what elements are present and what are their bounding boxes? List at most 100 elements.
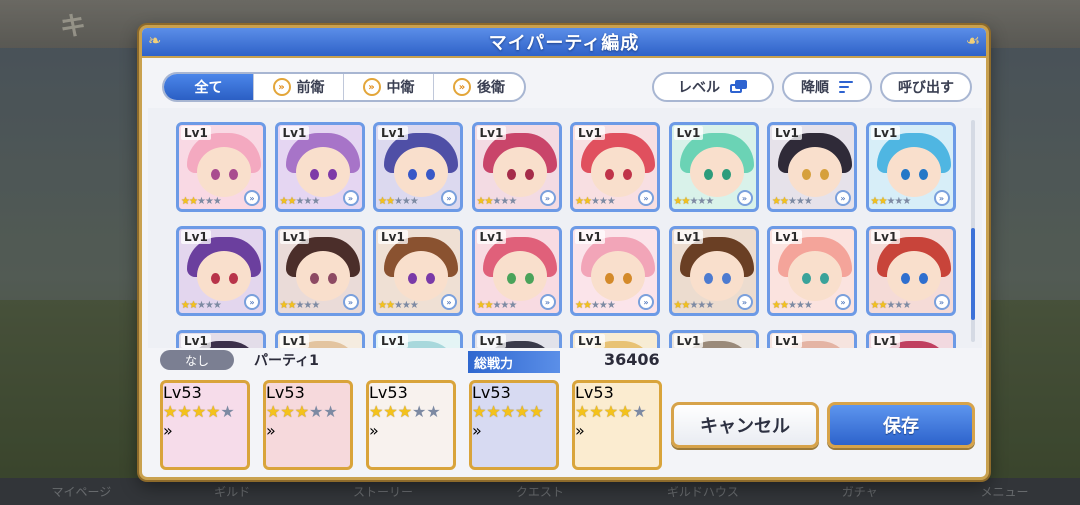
character-eye [605, 273, 614, 284]
sort-descending-icon [839, 81, 853, 93]
party-name: パーティ1 [254, 353, 319, 369]
character-level: Lv1 [378, 230, 408, 244]
role-chevron-icon: » [163, 421, 173, 440]
character-eye [408, 273, 417, 284]
star-icon: ★ [606, 300, 616, 311]
role-chevron-icon: » [244, 190, 260, 206]
role-filter-tabs: 全て » 前衛 » 中衛 » 後衛 [162, 72, 526, 102]
star-icon: ★ [902, 300, 911, 311]
star-icon: ★ [772, 300, 781, 311]
character-card[interactable]: Lv1★★★★★» [274, 122, 365, 212]
character-card[interactable]: Lv53 ★★★★★» [572, 380, 662, 470]
star-icon: ★ [369, 402, 384, 421]
character-card[interactable]: Lv1★★★★★» [471, 330, 562, 348]
star-icon: ★ [705, 300, 714, 311]
scrollbar-thumb[interactable] [971, 228, 975, 320]
character-card[interactable]: Lv1★★★★★» [176, 226, 266, 316]
character-eye [605, 169, 614, 180]
corner-ornament-icon: ❧ [148, 31, 162, 50]
character-card[interactable]: Lv1★★★★★» [176, 122, 266, 212]
character-card[interactable]: Lv1★★★★★» [865, 122, 956, 212]
role-chevron-icon: » [638, 294, 654, 310]
character-card[interactable]: Lv53 ★★★★★» [160, 380, 250, 470]
corner-ornament-icon: ☙ [965, 31, 980, 50]
star-rating: ★★★★★ [181, 300, 222, 311]
character-card[interactable]: Lv1★★★★★» [570, 330, 660, 348]
character-card[interactable]: Lv1★★★★★» [471, 226, 562, 316]
character-card[interactable]: Lv1★★★★★» [865, 330, 956, 348]
role-chevron-icon: » [266, 421, 276, 440]
character-face [788, 147, 842, 197]
character-level: Lv53 [266, 383, 305, 402]
star-rating: ★★★★★ [674, 300, 715, 311]
star-rating: ★★★★★ [772, 196, 813, 207]
character-card[interactable]: Lv1★★★★★» [471, 122, 562, 212]
character-eye [820, 169, 829, 180]
character-level: Lv1 [279, 334, 310, 348]
recall-label: 呼び出す [898, 80, 954, 96]
character-card[interactable]: Lv1★★★★★» [767, 122, 857, 212]
character-card[interactable]: Lv1★★★★★» [176, 330, 266, 348]
character-card[interactable]: Lv53 ★★★★★» [366, 380, 456, 470]
star-icon: ★ [181, 196, 190, 207]
star-rating: ★★★★★ [378, 196, 419, 207]
star-icon: ★ [188, 300, 198, 311]
star-rating: ★★★★★ [280, 196, 321, 207]
star-icon: ★ [618, 402, 633, 421]
sort-order-button[interactable]: 降順 [782, 72, 872, 102]
role-chevron-icon: » [244, 294, 260, 310]
character-card[interactable]: Lv1★★★★★» [767, 226, 857, 316]
star-icon: ★ [266, 402, 281, 421]
star-rating: ★★★★★ [181, 196, 222, 207]
character-card[interactable]: Lv1★★★★★» [274, 226, 365, 316]
character-level: Lv1 [279, 230, 310, 244]
character-level: Lv1 [772, 230, 802, 244]
character-eye [211, 273, 220, 284]
character-level: Lv1 [772, 126, 802, 140]
character-card[interactable]: Lv1★★★★★» [373, 226, 463, 316]
character-card[interactable]: Lv53 ★★★★★» [263, 380, 353, 470]
star-rating: ★★★★★ [477, 196, 518, 207]
character-level: Lv1 [575, 230, 605, 244]
cancel-button[interactable]: キャンセル [671, 402, 819, 448]
star-icon: ★ [598, 300, 608, 311]
character-card[interactable]: Lv1★★★★★» [668, 122, 759, 212]
character-card[interactable]: Lv1★★★★★» [668, 226, 759, 316]
party-tag-badge[interactable]: なし [160, 350, 234, 370]
character-card[interactable]: Lv1★★★★★» [373, 330, 463, 348]
tab-all[interactable]: 全て [164, 74, 254, 100]
character-card[interactable]: Lv1★★★★★» [570, 226, 660, 316]
character-face [394, 251, 448, 301]
star-icon: ★ [508, 196, 517, 207]
recall-button[interactable]: 呼び出す [880, 72, 972, 102]
character-eye [524, 169, 534, 180]
star-icon: ★ [311, 196, 320, 207]
save-button[interactable]: 保存 [827, 402, 975, 448]
chevron-icon: » [453, 78, 471, 96]
star-icon: ★ [779, 196, 789, 207]
character-face [492, 147, 547, 197]
star-icon: ★ [191, 402, 207, 421]
character-card[interactable]: Lv1★★★★★» [570, 122, 660, 212]
tab-front[interactable]: » 前衛 [254, 74, 344, 100]
star-rating: ★★★★★ [266, 402, 350, 421]
character-card[interactable]: Lv1★★★★★» [865, 226, 956, 316]
tab-label: 中衛 [386, 80, 415, 96]
tab-middle[interactable]: » 中衛 [344, 74, 434, 100]
star-icon: ★ [401, 300, 411, 311]
character-card[interactable]: Lv53 ★★★★★» [469, 380, 559, 470]
character-card[interactable]: Lv1★★★★★» [274, 330, 365, 348]
character-card[interactable]: Lv1★★★★★» [668, 330, 759, 348]
character-card[interactable]: Lv1★★★★★» [767, 330, 857, 348]
star-icon: ★ [486, 402, 501, 421]
star-rating: ★★★★★ [575, 196, 616, 207]
star-icon: ★ [294, 402, 310, 421]
sort-key-button[interactable]: レベル [652, 72, 774, 102]
tab-back[interactable]: » 後衛 [434, 74, 524, 100]
character-eye [426, 273, 435, 284]
character-roster-grid[interactable]: Lv1 ★★★★★» Lv1 ★★★★★» Lv1 ★★★★★» Lv1 ★★★★★» Lv1 ★… [148, 108, 982, 348]
character-card[interactable]: Lv1★★★★★» [373, 122, 463, 212]
star-icon: ★ [220, 402, 235, 421]
layers-icon [730, 80, 748, 94]
character-eye [820, 273, 829, 284]
